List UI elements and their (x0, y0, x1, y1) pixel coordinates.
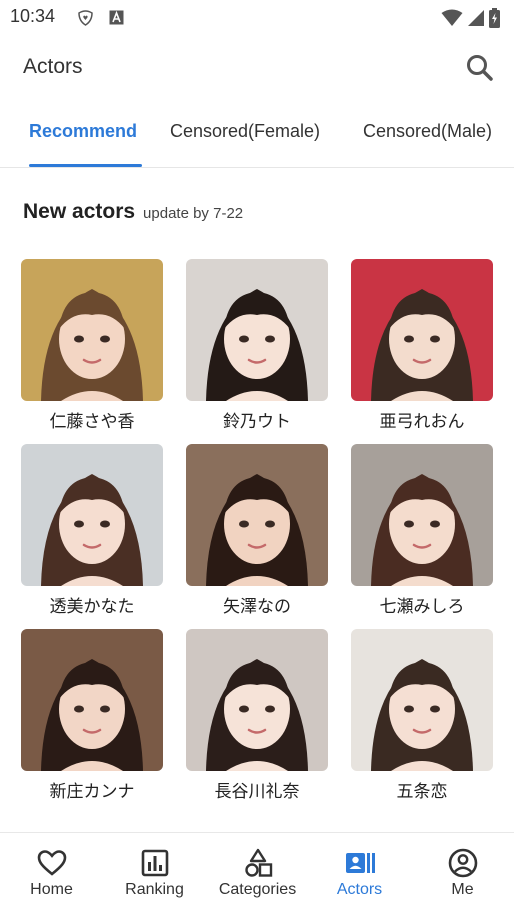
svg-text:♥: ♥ (83, 15, 88, 22)
shapes-icon (244, 848, 272, 877)
actor-name: 亜弓れおん (379, 412, 465, 432)
nav-me[interactable]: Me (411, 847, 514, 899)
actor-card[interactable]: 亜弓れおん (351, 259, 493, 444)
tab-bar: Recommend Censored(Female) Censored(Male… (0, 100, 514, 168)
tab-recommend[interactable]: Recommend (29, 121, 137, 142)
bar-chart-icon (141, 849, 168, 877)
actor-grid: 仁藤さや香 鈴乃ウト 亜弓れおん透美かなた 矢澤なの 七瀬みしろ新庄カンナ 長谷川礼奈 五条… (21, 259, 495, 814)
notification-app-icon: ♥ (78, 10, 93, 26)
actor-name: 矢澤なの (223, 597, 291, 617)
section-header: New actors update by 7-22 (23, 200, 243, 224)
actor-card[interactable]: 新庄カンナ (21, 629, 163, 814)
nav-me-label: Me (451, 881, 474, 898)
nav-home-label: Home (30, 881, 73, 898)
actor-photo (21, 629, 163, 771)
actor-name: 透美かなた (49, 597, 135, 617)
tab-censored-male[interactable]: Censored(Male) (363, 121, 492, 142)
actor-photo (21, 259, 163, 401)
nav-actors[interactable]: Actors (308, 847, 411, 899)
battery-icon (489, 8, 500, 28)
actor-photo (186, 444, 328, 586)
bottom-nav: Home Ranking Categories Actors Me (0, 832, 514, 913)
status-right-group (441, 8, 500, 28)
nav-categories-label: Categories (218, 881, 297, 898)
app-bar: Actors (0, 36, 514, 100)
section-title: New actors (23, 200, 136, 223)
actor-photo (351, 629, 493, 771)
actor-name: 仁藤さや香 (49, 412, 135, 432)
heart-icon (37, 850, 66, 876)
a-badge-icon (109, 10, 124, 25)
nav-home[interactable]: Home (0, 847, 103, 899)
actor-photo (21, 444, 163, 586)
account-circle-icon (448, 848, 477, 878)
actor-photo (351, 444, 493, 586)
actor-name: 長谷川礼奈 (214, 782, 300, 802)
nav-categories[interactable]: Categories (206, 847, 309, 899)
wifi-icon (441, 9, 463, 26)
actor-card[interactable]: 透美かなた (21, 444, 163, 629)
tab-active-indicator (29, 164, 142, 167)
search-icon[interactable] (464, 52, 496, 84)
actor-name: 七瀬みしろ (379, 597, 465, 617)
actor-card[interactable]: 七瀬みしろ (351, 444, 493, 629)
actor-photo (186, 259, 328, 401)
actor-card[interactable]: 仁藤さや香 (21, 259, 163, 444)
actor-card[interactable]: 矢澤なの (186, 444, 328, 629)
actor-name: 新庄カンナ (49, 782, 135, 802)
actor-photo (186, 629, 328, 771)
page-title: Actors (23, 55, 83, 78)
actor-name: 鈴乃ウト (223, 412, 291, 432)
actor-card[interactable]: 長谷川礼奈 (186, 629, 328, 814)
status-bar: 10:34 ♥ (0, 0, 514, 36)
signal-icon (468, 10, 484, 26)
tab-censored-female[interactable]: Censored(Female) (170, 121, 320, 142)
actor-name: 五条恋 (396, 782, 448, 802)
actor-card[interactable]: 五条恋 (351, 629, 493, 814)
id-card-icon (345, 853, 375, 873)
actor-photo (351, 259, 493, 401)
actor-card[interactable]: 鈴乃ウト (186, 259, 328, 444)
nav-ranking-label: Ranking (125, 881, 184, 898)
nav-ranking[interactable]: Ranking (103, 847, 206, 899)
section-subtitle: update by 7-22 (143, 205, 244, 222)
status-time: 10:34 (10, 6, 56, 26)
nav-actors-label: Actors (336, 881, 383, 898)
